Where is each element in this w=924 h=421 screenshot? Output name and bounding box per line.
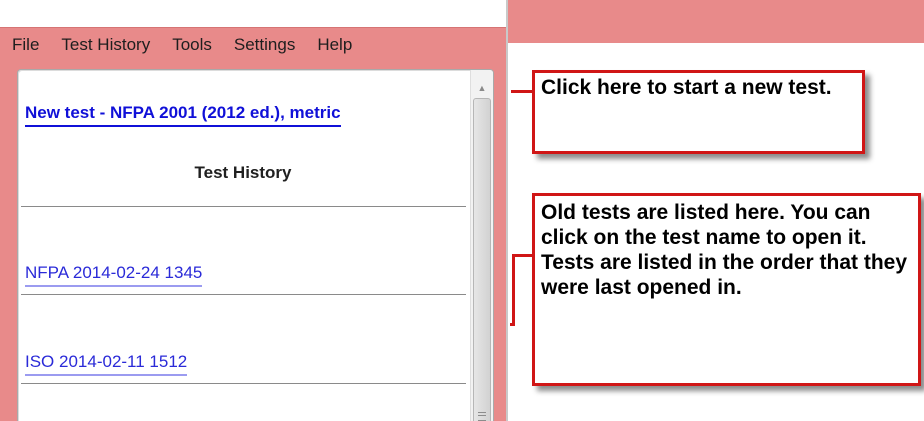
new-test-link[interactable]: New test - NFPA 2001 (2012 ed.), metric [25,103,341,127]
menu-test-history[interactable]: Test History [50,28,161,62]
callout-pointer-2-arm [512,254,534,257]
menu-tools[interactable]: Tools [161,28,223,62]
menu-bar: File Test History Tools Settings Help [0,27,506,62]
row-divider [21,383,466,384]
menu-help[interactable]: Help [306,28,363,62]
callout-old-tests: Old tests are listed here. You can click… [532,193,921,386]
vertical-scrollbar[interactable]: ▲ [470,70,493,421]
menu-settings[interactable]: Settings [223,28,306,62]
test-history-heading: Test History [194,163,292,182]
callout-pointer-2-arm-lower [510,323,515,326]
history-list-item: ISO 2014-02-11 1512 [18,296,470,384]
history-list-item: NFPA 2014-02-24 1345 [18,207,470,295]
row-divider [21,294,466,295]
menu-file[interactable]: File [0,28,50,62]
right-title-bar [508,0,924,43]
scroll-thumb[interactable] [473,98,491,421]
callout-pointer-2 [512,254,515,326]
scroll-grip-icon [478,412,486,421]
callout-new-test: Click here to start a new test. [532,70,865,154]
callout-pointer-1 [511,90,534,93]
scroll-up-arrow-icon[interactable]: ▲ [471,80,493,96]
app-window: File Test History Tools Settings Help Ne… [0,0,506,421]
panel-content: New test - NFPA 2001 (2012 ed.), metric … [18,70,470,421]
test-history-panel: New test - NFPA 2001 (2012 ed.), metric … [17,69,494,421]
test-link[interactable]: NFPA 2014-02-24 1345 [25,263,203,287]
test-link[interactable]: ISO 2014-02-11 1512 [25,352,188,376]
